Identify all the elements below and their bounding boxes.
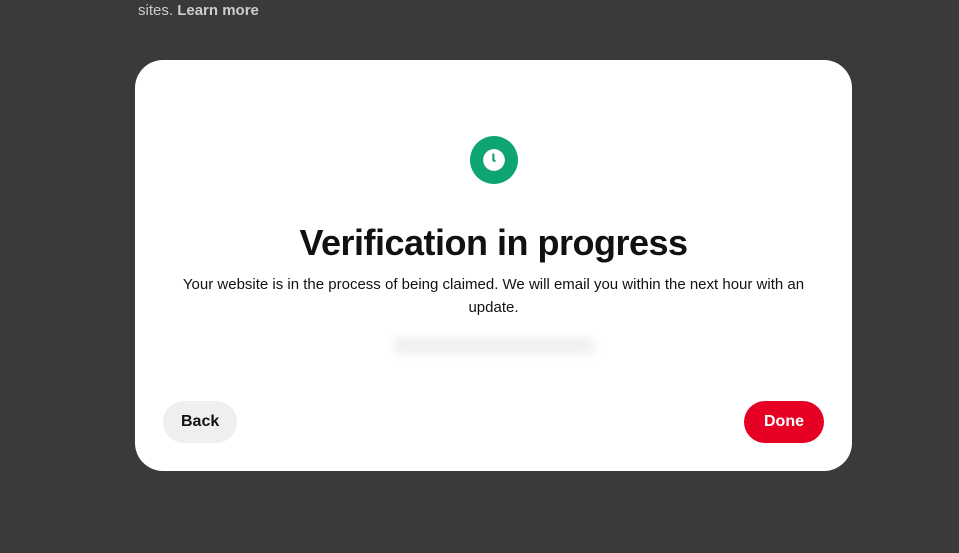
background-text-fragment: sites. <box>138 2 173 19</box>
verification-modal: Verification in progress Your website is… <box>135 60 852 471</box>
back-button[interactable]: Back <box>163 401 237 443</box>
done-button[interactable]: Done <box>744 401 824 443</box>
modal-title: Verification in progress <box>299 222 687 264</box>
modal-description: Your website is in the process of being … <box>163 274 824 319</box>
blurred-url-placeholder <box>394 337 594 355</box>
clock-icon <box>470 136 518 184</box>
modal-content: Verification in progress Your website is… <box>163 100 824 401</box>
background-partial-text: sites. Learn more <box>138 0 259 21</box>
learn-more-link[interactable]: Learn more <box>177 2 259 19</box>
modal-footer: Back Done <box>163 401 824 443</box>
